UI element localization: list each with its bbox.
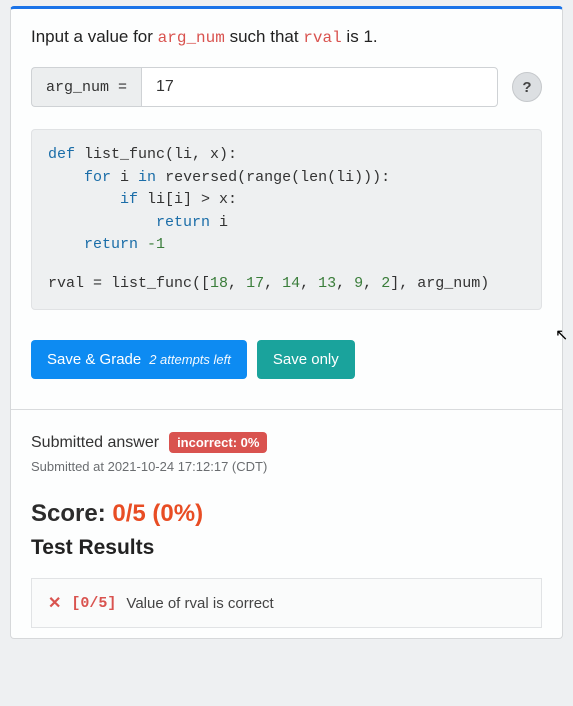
save-only-button[interactable]: Save only: [257, 340, 355, 379]
result-points: [0/5]: [71, 595, 116, 612]
code-block: def list_func(li, x): for i in reversed(…: [31, 129, 542, 310]
incorrect-badge: incorrect: 0%: [169, 432, 267, 453]
save-grade-label: Save & Grade: [47, 351, 141, 368]
help-icon: ?: [522, 79, 531, 96]
test-result-item: ✕ [0/5] Value of rval is correct: [31, 578, 542, 628]
save-only-label: Save only: [273, 351, 339, 368]
prompt-var-rval: rval: [303, 29, 341, 47]
question-prompt: Input a value for arg_num such that rval…: [31, 27, 542, 47]
submitted-timestamp: Submitted at 2021-10-24 17:12:17 (CDT): [31, 459, 542, 474]
attempts-left: 2 attempts left: [149, 352, 231, 367]
input-label-argnum: arg_num =: [31, 67, 141, 107]
prompt-text: .: [373, 27, 378, 46]
save-grade-button[interactable]: Save & Grade 2 attempts left: [31, 340, 247, 379]
divider: [11, 409, 562, 410]
score-prefix: Score:: [31, 500, 112, 527]
submitted-answer-label: Submitted answer: [31, 434, 159, 452]
submitted-answer-row: Submitted answer incorrect: 0%: [31, 432, 542, 453]
answer-input-row: arg_num = ?: [31, 67, 542, 107]
test-results-heading: Test Results: [31, 536, 542, 560]
help-button[interactable]: ?: [512, 72, 542, 102]
result-text: Value of rval is correct: [126, 595, 273, 612]
score-value: 0/5 (0%): [112, 500, 203, 527]
question-card: Input a value for arg_num such that rval…: [10, 6, 563, 639]
prompt-text: Input a value for: [31, 27, 158, 46]
prompt-text: such that: [225, 27, 303, 46]
prompt-target: 1: [363, 27, 372, 46]
argnum-input[interactable]: [141, 67, 498, 107]
prompt-text: is: [342, 27, 364, 46]
prompt-var-argnum: arg_num: [158, 29, 225, 47]
fail-icon: ✕: [48, 593, 61, 613]
score-line: Score: 0/5 (0%): [31, 500, 542, 528]
action-buttons: Save & Grade 2 attempts left Save only: [31, 340, 542, 379]
